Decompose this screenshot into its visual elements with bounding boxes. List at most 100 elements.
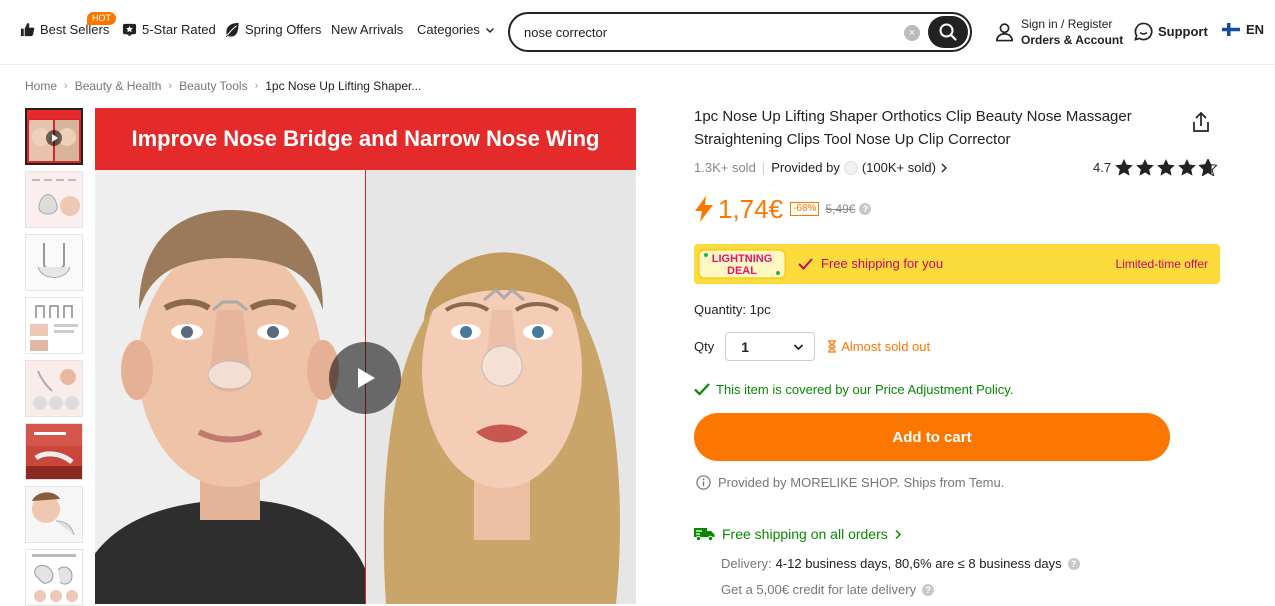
price-adjustment-policy[interactable]: This item is covered by our Price Adjust… [694,382,1013,397]
deal-shipping-label: Free shipping for you [821,256,944,271]
search-input[interactable] [524,22,894,42]
breadcrumb-separator-icon: › [254,80,259,92]
language-selector[interactable]: EN [1222,22,1264,37]
delivery-info-icon[interactable]: ? [1067,557,1080,570]
chevron-right-icon [895,529,901,539]
thumbnail-5[interactable] [25,360,83,417]
clear-icon[interactable]: × [904,25,920,41]
free-shipping-link[interactable]: Free shipping on all orders [694,526,902,542]
qty-label: Qty [694,339,715,354]
free-shipping-label: Free shipping on all orders [722,526,888,542]
account-menu[interactable]: Sign in / Register Orders & Account [995,16,1123,48]
credit-info-icon[interactable]: ? [922,583,935,596]
language-label: EN [1246,22,1265,37]
sold-count: 1.3K+ sold [694,160,756,175]
play-video-button[interactable] [329,342,401,414]
nav-spring-offers[interactable]: Spring Offers [224,22,321,37]
thumbnail-2[interactable] [25,171,83,228]
support-link[interactable]: Support [1134,22,1208,41]
search-button[interactable] [928,16,968,48]
quantity-select[interactable]: 1 [725,332,816,361]
rating-value: 4.7 [1093,160,1112,175]
delivery-label: Delivery: [721,556,772,571]
lightning-deal-logo: LIGHTNING DEAL [698,249,786,279]
orders-account-label: Orders & Account [1021,33,1124,47]
breadcrumb: Home › Beauty & Health › Beauty Tools › … [25,79,421,93]
nav-5-star-rated-label: 5-Star Rated [142,22,216,37]
thumbnail-1[interactable] [25,108,83,165]
nav-spring-offers-label: Spring Offers [245,22,322,37]
breadcrumb-separator-icon: › [64,80,68,92]
top-header: Best Sellers HOT 5-Star Rated Spring Off… [0,0,1275,65]
thumbnail-6[interactable] [25,423,83,480]
thumbnail-4[interactable] [25,297,83,354]
star-icon [1157,159,1175,176]
almost-sold-out-label: Almost sold out [841,339,931,354]
quantity-label: Quantity: 1pc [694,302,771,317]
star-icon [1115,159,1133,176]
price-row: 1,74€ -68% 5,49€ ? [694,194,872,224]
nav-categories[interactable]: Categories [417,22,495,37]
breadcrumb-beauty-tools[interactable]: Beauty Tools [179,79,248,93]
leaf-icon [225,22,239,37]
delivery-value: 4-12 business days, 80,6% are ≤ 8 busine… [775,556,1062,571]
main-product-image[interactable]: Improve Nose Bridge and Narrow Nose Wing [95,108,636,604]
thumbs-up-icon [20,22,35,37]
late-delivery-credit: Get a 5,00€ credit for late delivery ? [721,582,935,597]
lightning-deal-banner: LIGHTNING DEAL Free shipping for you Lim… [694,244,1220,284]
deal-free-shipping: Free shipping for you [798,256,943,271]
hourglass-icon [828,340,837,353]
discount-badge: -68% [790,202,820,216]
seller-link[interactable]: Provided by (100K+ sold) [771,160,948,175]
provided-by-note: Provided by MORELIKE SHOP. Ships from Te… [696,475,1004,490]
product-title: 1pc Nose Up Lifting Shaper Orthotics Cli… [694,108,1132,148]
truck-icon [694,528,715,542]
support-label: Support [1158,24,1208,39]
deal-logo-line1: LIGHTNING [712,253,773,265]
thumbnail-8[interactable] [25,549,83,606]
credit-label: Get a 5,00€ credit for late delivery [721,582,917,597]
star-badge-icon [122,23,137,37]
thumbnail-7[interactable] [25,486,83,543]
hot-badge: HOT [87,12,116,25]
breadcrumb-home[interactable]: Home [25,79,57,93]
check-icon [798,257,813,270]
thumbnail-3[interactable] [25,234,83,291]
rating-summary[interactable]: 4.7 [1093,159,1218,176]
provided-note-label: Provided by MORELIKE SHOP. Ships from Te… [718,475,1005,490]
image-banner-text: Improve Nose Bridge and Narrow Nose Wing [95,108,636,170]
share-button[interactable] [1191,111,1211,136]
search-bar: × [508,12,972,52]
price-info-icon[interactable]: ? [859,203,872,215]
star-rating [1115,159,1218,176]
lightning-icon [695,196,713,222]
limited-time-offer: Limited-time offer [1115,257,1208,271]
current-price: 1,74€ [718,194,784,224]
product-photo-man [95,170,365,604]
provided-by-label: Provided by [771,160,840,175]
almost-sold-out: Almost sold out [827,339,930,354]
shop-logo-icon [843,160,858,175]
star-half-icon [1199,159,1218,176]
quantity-value: 1 [741,339,750,355]
user-icon [996,23,1013,42]
breadcrumb-current: 1pc Nose Up Lifting Shaper... [265,79,422,93]
add-to-cart-button[interactable]: Add to cart [694,413,1170,461]
star-icon [1136,159,1154,176]
nav-categories-label: Categories [417,22,480,37]
nav-5-star-rated[interactable]: 5-Star Rated [122,22,216,37]
breadcrumb-separator-icon: › [168,80,173,92]
play-icon [358,368,375,388]
deal-logo-line2: DEAL [727,265,757,277]
chat-icon [1134,22,1153,41]
nav-new-arrivals[interactable]: New Arrivals [331,22,403,37]
nav-new-arrivals-label: New Arrivals [331,22,404,37]
chevron-down-icon [794,344,804,351]
breadcrumb-beauty-health[interactable]: Beauty & Health [75,79,162,93]
info-icon [696,475,711,490]
divider: | [761,160,766,175]
chevron-right-icon [941,163,947,172]
policy-label: This item is covered by our Price Adjust… [716,382,1014,397]
check-icon [694,383,710,396]
finland-flag-icon [1222,23,1240,36]
